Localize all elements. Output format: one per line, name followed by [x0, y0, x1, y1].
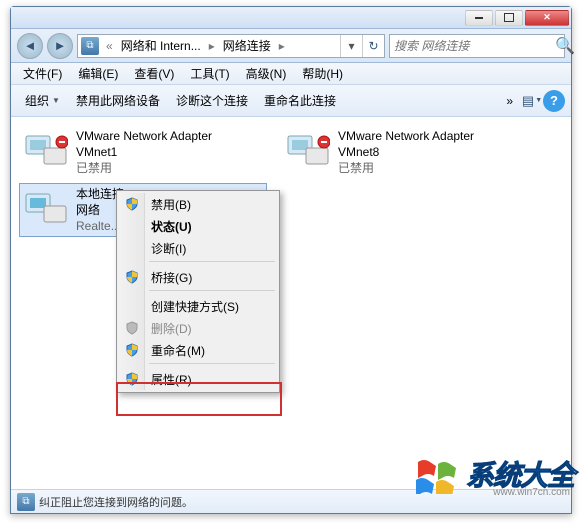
toolbar: 组织▼ 禁用此网络设备 诊断这个连接 重命名此连接 » ▤▼ ?	[11, 85, 571, 117]
search-box[interactable]: 🔍	[389, 34, 565, 58]
connection-name: VMware Network Adapter	[338, 128, 474, 144]
back-button[interactable]: ◄	[17, 33, 43, 59]
crumb-network-internet[interactable]: 网络和 Intern...	[117, 37, 205, 54]
minimize-button[interactable]	[465, 10, 493, 26]
shield-icon	[125, 372, 139, 386]
ctx-shortcut[interactable]: 创建快捷方式(S)	[119, 295, 277, 317]
connection-sub: VMnet1	[76, 144, 212, 160]
menu-tools[interactable]: 工具(T)	[182, 63, 237, 84]
menu-help[interactable]: 帮助(H)	[294, 63, 351, 84]
connection-name: VMware Network Adapter	[76, 128, 212, 144]
connections-list: VMware Network Adapter VMnet1 已禁用 VMware…	[11, 117, 571, 489]
more-button[interactable]: »	[498, 91, 521, 111]
connection-vmnet1[interactable]: VMware Network Adapter VMnet1 已禁用	[19, 125, 267, 179]
help-icon[interactable]: ?	[543, 90, 565, 112]
ctx-bridge[interactable]: 桥接(G)	[119, 266, 277, 288]
search-input[interactable]	[390, 39, 555, 53]
network-icon: ⧉	[17, 493, 35, 511]
search-icon[interactable]: 🔍	[555, 36, 575, 56]
ctx-status[interactable]: 状态(U)	[119, 215, 277, 237]
network-icon: ⧉	[81, 37, 99, 55]
context-menu: 禁用(B) 状态(U) 诊断(I) 桥接(G) 创建快捷方式(S) 删除(D) …	[116, 190, 280, 393]
crumb-network-connections[interactable]: 网络连接	[219, 37, 275, 54]
rename-button[interactable]: 重命名此连接	[256, 89, 344, 112]
status-text: 纠正阻止您连接到网络的问题。	[39, 494, 193, 510]
forward-button[interactable]: ►	[47, 33, 73, 59]
ctx-delete: 删除(D)	[119, 317, 277, 339]
shield-icon	[125, 197, 139, 211]
crumb-separator[interactable]: «	[102, 39, 117, 53]
diagnose-button[interactable]: 诊断这个连接	[168, 89, 256, 112]
organize-button[interactable]: 组织▼	[17, 89, 68, 112]
close-button[interactable]	[525, 10, 569, 26]
ctx-properties[interactable]: 属性(R)	[119, 368, 277, 390]
refresh-button[interactable]: ↻	[362, 35, 384, 57]
ctx-diagnose[interactable]: 诊断(I)	[119, 237, 277, 259]
connection-status: 已禁用	[338, 160, 474, 176]
menu-edit[interactable]: 编辑(E)	[70, 63, 126, 84]
menu-advanced[interactable]: 高级(N)	[238, 63, 295, 84]
menu-bar: 文件(F) 编辑(E) 查看(V) 工具(T) 高级(N) 帮助(H)	[11, 63, 571, 85]
connection-sub: VMnet8	[338, 144, 474, 160]
connection-status: 已禁用	[76, 160, 212, 176]
view-icon[interactable]: ▤▼	[521, 90, 543, 112]
shield-icon	[125, 321, 139, 335]
adapter-icon	[22, 186, 70, 234]
breadcrumb[interactable]: ⧉ « 网络和 Intern... ▸ 网络连接 ▸ ▾ ↻	[77, 34, 385, 58]
crumb-separator[interactable]: ▸	[205, 39, 219, 53]
ctx-rename[interactable]: 重命名(M)	[119, 339, 277, 361]
address-bar: ◄ ► ⧉ « 网络和 Intern... ▸ 网络连接 ▸ ▾ ↻ 🔍	[11, 29, 571, 63]
ctx-disable[interactable]: 禁用(B)	[119, 193, 277, 215]
adapter-icon	[22, 128, 70, 176]
crumb-separator[interactable]: ▸	[275, 39, 289, 53]
maximize-button[interactable]	[495, 10, 523, 26]
windows-logo-icon	[416, 454, 460, 494]
adapter-icon	[284, 128, 332, 176]
shield-icon	[125, 270, 139, 284]
menu-file[interactable]: 文件(F)	[15, 63, 70, 84]
explorer-window: ◄ ► ⧉ « 网络和 Intern... ▸ 网络连接 ▸ ▾ ↻ 🔍 文件(…	[10, 6, 572, 514]
disable-device-button[interactable]: 禁用此网络设备	[68, 89, 168, 112]
shield-icon	[125, 343, 139, 357]
title-bar	[11, 7, 571, 29]
connection-vmnet8[interactable]: VMware Network Adapter VMnet8 已禁用	[281, 125, 529, 179]
address-dropdown[interactable]: ▾	[340, 35, 362, 57]
watermark-url: www.win7cn.com	[493, 487, 570, 498]
menu-view[interactable]: 查看(V)	[126, 63, 182, 84]
